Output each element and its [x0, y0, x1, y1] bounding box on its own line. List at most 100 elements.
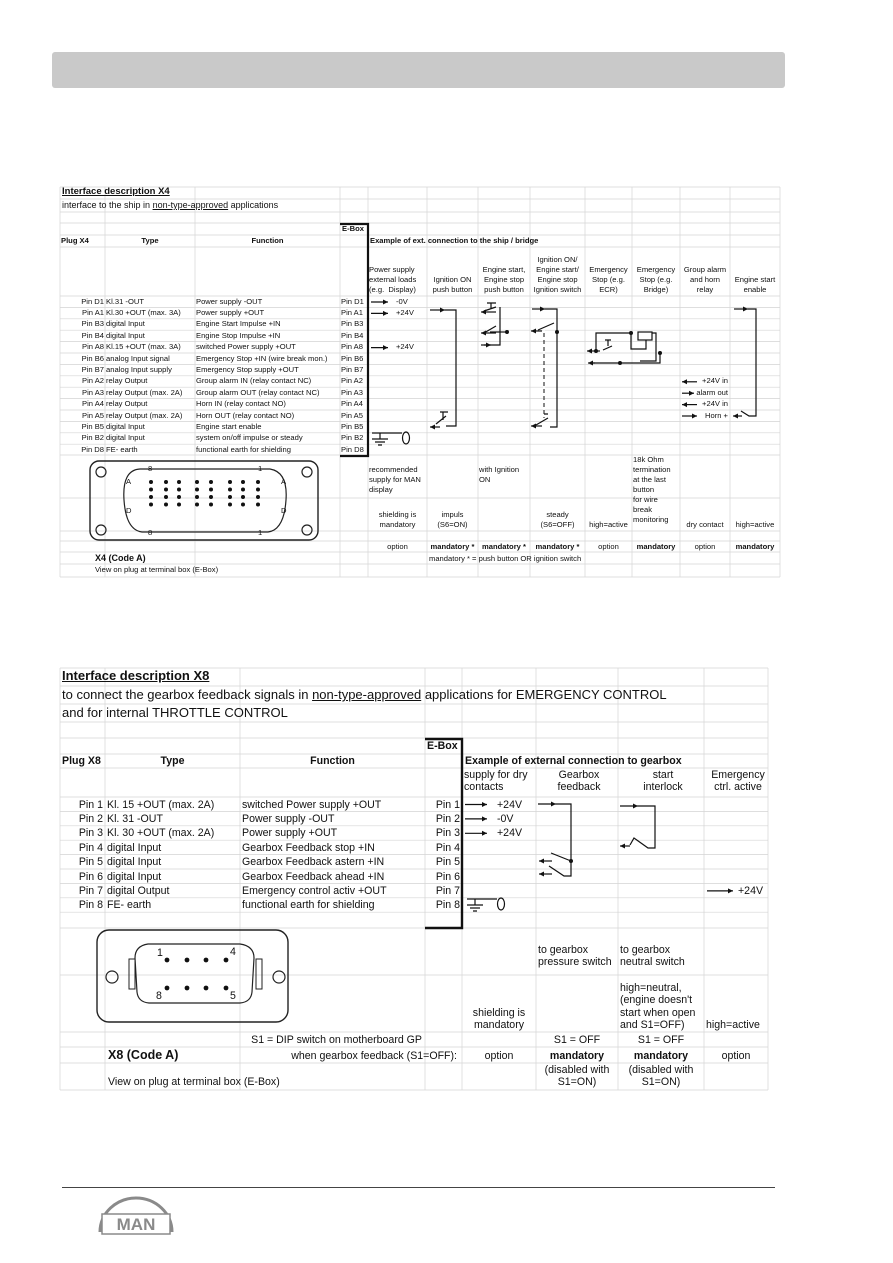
pin-label: Pin 4 — [78, 841, 103, 854]
connector-label: 1 — [157, 947, 163, 959]
column-header-type: Type — [160, 755, 185, 767]
pin-type: digital Output — [107, 884, 170, 897]
table-title: Interface description X8 — [62, 668, 210, 683]
s1-value: S1 = OFF — [553, 1034, 601, 1046]
requirement-label: mandatory — [633, 1050, 689, 1062]
junction-dot — [569, 859, 573, 863]
pin-label: Pin 7 — [78, 884, 103, 897]
arrow-icon — [728, 888, 733, 894]
connector-label: 8 — [156, 990, 162, 1002]
pin-label: Pin 2 — [78, 812, 103, 825]
connector-x8-diagram — [96, 929, 289, 1023]
arrow-icon — [482, 830, 487, 836]
latch-icon — [128, 958, 136, 990]
mounting-hole-icon — [272, 970, 286, 984]
arrow-icon — [551, 801, 556, 807]
ebox-header: E-Box — [427, 740, 458, 752]
supply-voltage: +24V — [497, 798, 523, 811]
note: to gearbox neutral switch — [620, 944, 685, 969]
disabled-note: (disabled with S1=ON) — [628, 1064, 694, 1089]
example-column-header: start interlock — [643, 769, 683, 794]
pin-function: Power supply +OUT — [242, 827, 338, 840]
connector-caption: View on plug at terminal box (E-Box) — [108, 1076, 280, 1088]
requirement-label: option — [484, 1050, 514, 1062]
table-subtitle: to connect the gearbox feedback signals … — [62, 687, 667, 703]
mounting-hole-icon — [105, 970, 119, 984]
connector-pin-icon — [203, 957, 209, 963]
supply-voltage: +24V — [497, 827, 523, 840]
requirement-label: option — [721, 1050, 751, 1062]
ebox-pin: Pin 5 — [435, 856, 460, 869]
ebox-pin: Pin 8 — [435, 899, 460, 912]
note: high=neutral, (engine doesn't start when… — [620, 982, 696, 1031]
document-page: Interface description X4 interface to the… — [0, 0, 893, 1263]
note: shielding is mandatory — [472, 1006, 526, 1031]
ebox-pin: Pin 6 — [435, 870, 460, 883]
pin-function: Power supply -OUT — [242, 812, 335, 825]
pin-type: FE- earth — [107, 899, 152, 912]
subtitle-part: applications for EMERGENCY CONTROL — [421, 687, 667, 702]
arrow-icon — [539, 871, 544, 877]
pin-function: functional earth for shielding — [242, 899, 375, 912]
example-column-header: Emergency ctrl. active — [711, 769, 765, 794]
pin-label: Pin 6 — [78, 870, 103, 883]
ebox-pin: Pin 1 — [435, 798, 460, 811]
pin-function: Emergency control activ +OUT — [242, 884, 387, 897]
connector-face — [134, 943, 255, 1004]
s1-value: S1 = OFF — [637, 1034, 685, 1046]
supply-voltage: -0V — [497, 812, 514, 825]
arrow-icon — [482, 816, 487, 822]
pin-type: digital Input — [107, 870, 162, 883]
ebox-pin: Pin 2 — [435, 812, 460, 825]
connector-label: 5 — [230, 990, 236, 1002]
table-subtitle-line: and for internal THROTTLE CONTROL — [62, 705, 288, 720]
connector-pin-icon — [164, 957, 170, 963]
note: high=active — [706, 1018, 760, 1031]
pin-function: Gearbox Feedback ahead +IN — [242, 870, 385, 883]
arrow-icon — [633, 803, 638, 809]
connector-pin-icon — [223, 985, 229, 991]
pin-type: Kl. 30 +OUT (max. 2A) — [107, 827, 215, 840]
wire — [629, 805, 656, 849]
pin-function: Gearbox Feedback astern +IN — [242, 856, 385, 869]
subtitle-part: to connect the gearbox feedback signals … — [62, 687, 313, 702]
example-column-header: Gearbox feedback — [557, 769, 601, 794]
note: to gearbox pressure switch — [538, 944, 612, 969]
arrow-icon — [482, 802, 487, 807]
ebox-pin: Pin 7 — [435, 884, 460, 897]
shield-icon — [496, 897, 506, 911]
pin-type: Kl. 31 -OUT — [107, 812, 163, 825]
pin-label: Pin 3 — [78, 827, 103, 840]
pin-function: Gearbox Feedback stop +IN — [242, 841, 375, 854]
connector-pin-icon — [184, 985, 190, 991]
x8-grid-and-circuits — [59, 667, 769, 1091]
pin-type: Kl. 15 +OUT (max. 2A) — [107, 798, 215, 811]
example-column-header: supply for dry contacts — [464, 769, 528, 794]
disabled-note: (disabled with S1=ON) — [544, 1064, 610, 1089]
latch-icon — [255, 958, 263, 990]
wire — [467, 899, 483, 912]
connector-pin-icon — [164, 985, 170, 991]
ebox-pin: Pin 3 — [435, 827, 460, 840]
arrow-icon — [539, 858, 544, 864]
pin-label: Pin 1 — [78, 798, 103, 811]
connector-label: 4 — [230, 946, 236, 958]
pin-function: switched Power supply +OUT — [242, 798, 382, 811]
requirement-label: mandatory — [549, 1050, 605, 1062]
column-header-function: Function — [310, 755, 355, 767]
pin-type: digital Input — [107, 841, 162, 854]
footer-divider — [62, 1187, 775, 1188]
pin-label: Pin 8 — [78, 899, 103, 912]
wire — [550, 852, 572, 862]
ebox-pin: Pin 4 — [435, 841, 460, 854]
connector-pin-icon — [223, 957, 229, 963]
s1-label: S1 = DIP switch on motherboard GP — [251, 1034, 422, 1046]
feedback-label: when gearbox feedback (S1=OFF): — [291, 1050, 457, 1062]
connector-title: X8 (Code A) — [108, 1048, 179, 1062]
arrow-icon — [620, 843, 625, 849]
pin-label: Pin 5 — [78, 856, 103, 869]
connector-pin-icon — [184, 957, 190, 963]
subtitle-part: non-type-approved — [312, 687, 422, 702]
example-title: Example of external connection to gearbo… — [465, 755, 682, 767]
emergency-signal: +24V — [738, 884, 764, 897]
